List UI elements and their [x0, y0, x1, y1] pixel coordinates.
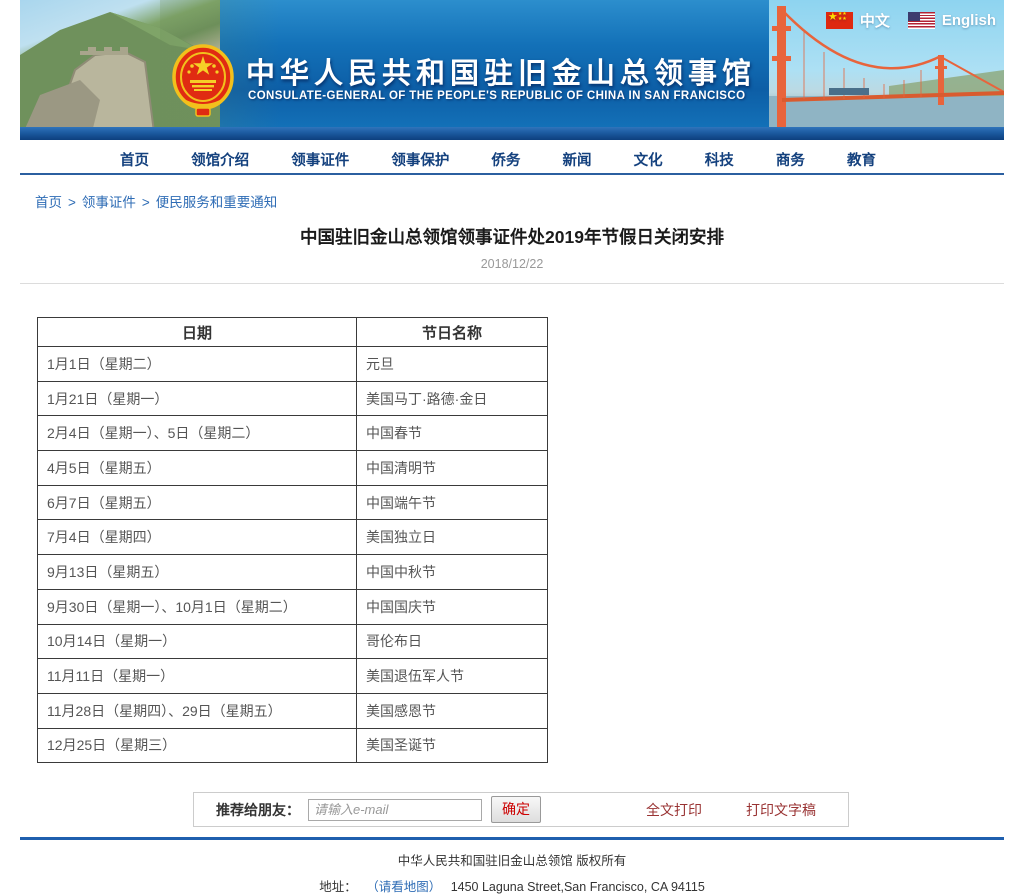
cell-holiday-name: 中国清明节 — [357, 451, 548, 486]
breadcrumb-separator: > — [142, 195, 150, 210]
cell-holiday-name: 元旦 — [357, 347, 548, 382]
cell-date: 4月5日（星期五） — [38, 451, 357, 486]
cell-date: 10月14日（星期一） — [38, 624, 357, 659]
lang-english-label: English — [942, 12, 996, 29]
table-row: 7月4日（星期四）美国独立日 — [38, 520, 548, 555]
cell-date: 2月4日（星期一）、5日（星期二） — [38, 416, 357, 451]
table-header-1: 节日名称 — [357, 318, 548, 347]
print-links: 全文打印 打印文字稿 — [646, 800, 816, 820]
cell-holiday-name: 美国独立日 — [357, 520, 548, 555]
nav-item-6[interactable]: 文化 — [634, 149, 663, 170]
cell-holiday-name: 中国中秋节 — [357, 555, 548, 590]
breadcrumb-separator: > — [68, 195, 76, 210]
table-header-0: 日期 — [38, 318, 357, 347]
nav-item-8[interactable]: 商务 — [776, 149, 805, 170]
cell-holiday-name: 美国圣诞节 — [357, 728, 548, 763]
nav-item-9[interactable]: 教育 — [847, 149, 876, 170]
holiday-table-header-row: 日期节日名称 — [38, 318, 548, 347]
cell-date: 9月13日（星期五） — [38, 555, 357, 590]
share-box: 推荐给朋友： 确定 全文打印 打印文字稿 — [193, 792, 849, 827]
address-label: 地址： — [319, 880, 357, 894]
divider — [20, 283, 1004, 284]
submit-button[interactable]: 确定 — [491, 796, 541, 823]
site-title-chinese: 中华人民共和国驻旧金山总领事馆 — [246, 50, 786, 92]
cell-holiday-name: 中国端午节 — [357, 485, 548, 520]
lang-chinese-link[interactable]: ★ ★★★★ 中文 — [826, 10, 890, 31]
main-nav-list: 首页 领馆介绍 领事证件 领事保护 侨务 新闻 文化 科技 商务 教育 — [20, 140, 1004, 170]
nav-item-4[interactable]: 侨务 — [491, 149, 520, 170]
cell-date: 1月1日（星期二） — [38, 347, 357, 382]
nav-item-1[interactable]: 领馆介绍 — [191, 149, 249, 170]
breadcrumb-item-2[interactable]: 便民服务和重要通知 — [156, 195, 278, 210]
language-bar: ★ ★★★★ 中文 English — [826, 10, 996, 31]
email-input[interactable] — [308, 799, 482, 821]
lang-chinese-label: 中文 — [860, 10, 890, 31]
header-bottom-strip — [20, 127, 1004, 140]
breadcrumb: 首页 > 领事证件 > 便民服务和重要通知 — [20, 175, 1004, 211]
cell-holiday-name: 中国春节 — [357, 416, 548, 451]
table-row: 9月13日（星期五）中国中秋节 — [38, 555, 548, 590]
table-row: 4月5日（星期五）中国清明节 — [38, 451, 548, 486]
national-emblem-icon — [172, 44, 234, 123]
nav-item-7[interactable]: 科技 — [705, 149, 734, 170]
cell-date: 6月7日（星期五） — [38, 485, 357, 520]
share-label: 推荐给朋友： — [216, 800, 300, 820]
table-row: 2月4日（星期一）、5日（星期二）中国春节 — [38, 416, 548, 451]
table-row: 9月30日（星期一）、10月1日（星期二）中国国庆节 — [38, 589, 548, 624]
us-flag-icon — [908, 12, 935, 29]
print-text-link[interactable]: 打印文字稿 — [746, 800, 816, 820]
print-full-link[interactable]: 全文打印 — [646, 800, 702, 820]
site-title-english: CONSULATE-GENERAL OF THE PEOPLE'S REPUBL… — [248, 90, 745, 102]
article-date: 2018/12/22 — [20, 257, 1004, 271]
cell-holiday-name: 美国感恩节 — [357, 693, 548, 728]
table-row: 12月25日（星期三）美国圣诞节 — [38, 728, 548, 763]
main-nav: 首页 领馆介绍 领事证件 领事保护 侨务 新闻 文化 科技 商务 教育 — [20, 140, 1004, 175]
holiday-table-body: 1月1日（星期二）元旦1月21日（星期一）美国马丁·路德·金日2月4日（星期一）… — [38, 347, 548, 763]
nav-item-0[interactable]: 首页 — [120, 149, 149, 170]
breadcrumb-item-1[interactable]: 领事证件 — [82, 195, 136, 210]
page-title: 中国驻旧金山总领馆领事证件处2019年节假日关闭安排 — [20, 224, 1004, 249]
cell-holiday-name: 美国马丁·路德·金日 — [357, 381, 548, 416]
table-row: 1月1日（星期二）元旦 — [38, 347, 548, 382]
cell-holiday-name: 哥伦布日 — [357, 624, 548, 659]
table-row: 1月21日（星期一）美国马丁·路德·金日 — [38, 381, 548, 416]
cell-date: 12月25日（星期三） — [38, 728, 357, 763]
site-footer: 中华人民共和国驻旧金山总领馆 版权所有 地址： （请看地图） 1450 Lagu… — [20, 837, 1004, 895]
table-row: 10月14日（星期一）哥伦布日 — [38, 624, 548, 659]
cell-date: 11月28日（星期四）、29日（星期五） — [38, 693, 357, 728]
cell-holiday-name: 美国退伍军人节 — [357, 659, 548, 694]
nav-item-2[interactable]: 领事证件 — [291, 149, 349, 170]
holiday-table: 日期节日名称 1月1日（星期二）元旦1月21日（星期一）美国马丁·路德·金日2月… — [37, 317, 548, 763]
breadcrumb-item-0[interactable]: 首页 — [35, 195, 62, 210]
cell-date: 7月4日（星期四） — [38, 520, 357, 555]
table-row: 11月28日（星期四）、29日（星期五）美国感恩节 — [38, 693, 548, 728]
address-line: 地址： （请看地图） 1450 Laguna Street,San Franci… — [20, 876, 1004, 895]
site-header: 中华人民共和国驻旧金山总领事馆 CONSULATE-GENERAL OF THE… — [20, 0, 1004, 140]
china-flag-icon: ★ ★★★★ — [826, 12, 853, 29]
map-link[interactable]: （请看地图） — [366, 880, 441, 894]
table-row: 6月7日（星期五）中国端午节 — [38, 485, 548, 520]
page: 中华人民共和国驻旧金山总领事馆 CONSULATE-GENERAL OF THE… — [20, 0, 1004, 895]
cell-date: 11月11日（星期一） — [38, 659, 357, 694]
nav-item-5[interactable]: 新闻 — [563, 149, 592, 170]
address-text: 1450 Laguna Street,San Francisco, CA 941… — [451, 880, 705, 894]
nav-item-3[interactable]: 领事保护 — [391, 149, 449, 170]
cell-date: 9月30日（星期一）、10月1日（星期二） — [38, 589, 357, 624]
cell-holiday-name: 中国国庆节 — [357, 589, 548, 624]
copyright-text: 中华人民共和国驻旧金山总领馆 版权所有 — [20, 850, 1004, 869]
lang-english-link[interactable]: English — [908, 12, 996, 29]
table-row: 11月11日（星期一）美国退伍军人节 — [38, 659, 548, 694]
cell-date: 1月21日（星期一） — [38, 381, 357, 416]
